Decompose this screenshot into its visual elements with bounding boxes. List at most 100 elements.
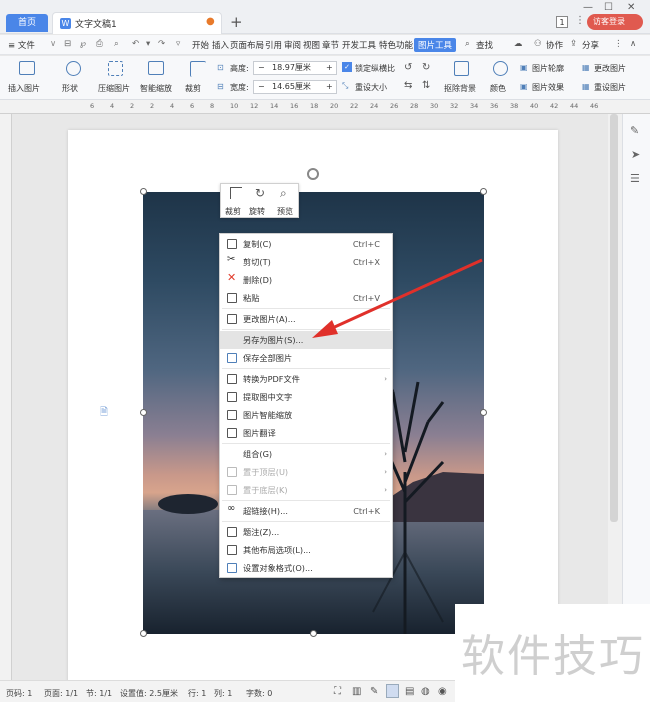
float-crop-button[interactable]: 裁剪 [224,186,248,217]
menu-group[interactable]: 组合(G) › [220,445,392,463]
paragraph-marker-icon[interactable]: 🗎 [100,405,108,422]
status-pages[interactable]: 页面: 1/1 [44,688,78,699]
file-dropdown-icon[interactable]: ∨ [50,39,56,49]
effect-button[interactable]: 图片效果 [532,82,564,93]
scrollbar-thumb[interactable] [610,114,618,522]
smart-zoom-button[interactable]: 智能缩放 [140,59,176,99]
new-tab-icon[interactable]: + [230,13,243,31]
document-tab[interactable]: W 文字文稿1 ● [52,12,222,34]
home-tab[interactable]: 首页 [6,14,48,32]
web-view-icon[interactable]: ◍ [421,686,430,697]
write-view-icon[interactable]: ✎ [370,686,378,697]
resize-handle-bottom-middle[interactable] [310,630,317,637]
flip-icon[interactable]: ⇆ [404,80,412,91]
menu-picture-tools[interactable]: 图片工具 [414,38,457,52]
resize-handle-middle-left[interactable] [140,409,147,416]
more-icon[interactable]: ⋮ [614,39,623,49]
height-decrease[interactable]: − [258,62,265,74]
resize-handle-middle-right[interactable] [480,409,487,416]
undo-dropdown-icon[interactable]: ▾ [146,39,150,49]
menu-references[interactable]: 引用 [265,39,282,51]
insert-image-button[interactable]: 插入图片 [8,59,42,99]
reading-view-icon[interactable]: ▥ [352,686,361,697]
horizontal-ruler[interactable]: 6 4 2 2 4 6 8 10 12 14 16 18 20 22 24 26 28 30 32 34 36 38 40 4… [0,100,650,114]
resize-handle-bottom-left[interactable] [140,630,147,637]
rotate-left-icon[interactable]: ↺ [404,62,412,73]
ruler-tick-label: 46 [590,102,599,110]
settings-sliders-icon[interactable]: ☰ [630,172,640,185]
search-button[interactable]: 查找 [476,39,493,51]
width-decrease[interactable]: − [258,81,265,93]
window-menu-icon[interactable]: ⋮ [575,15,585,26]
quick-save-icon[interactable]: ⊟ [64,39,71,49]
collab-button[interactable]: 协作 [546,39,563,51]
close-icon[interactable]: ✕ [627,2,635,13]
color-button[interactable]: 颜色 [488,59,514,99]
undo-icon[interactable]: ↶ [132,39,139,49]
rotate-handle-icon[interactable] [307,168,319,180]
menu-special[interactable]: 特色功能 [379,39,413,51]
menu-chapter[interactable]: 章节 [322,39,339,51]
collab-icon[interactable]: ⚇ [534,39,542,49]
print-icon[interactable]: ⎙ [96,39,103,49]
lock-ratio-checkbox[interactable]: ✓ [342,62,352,72]
menu-extract-text[interactable]: 提取图中文字 [220,388,392,406]
shape-button[interactable]: 形状 [60,59,86,99]
menu-layout-options[interactable]: 其他布局选项(L)... [220,541,392,559]
reset-image-button[interactable]: 重设图片 [594,82,626,93]
search-icon[interactable]: ⌕ [465,39,470,49]
width-field[interactable]: − 14.65厘米 + [253,80,337,94]
redo-icon[interactable]: ↷ [158,39,165,49]
status-setting[interactable]: 设置值: 2.5厘米 [120,688,178,699]
menu-start[interactable]: 开始 [192,39,209,51]
vertical-ruler[interactable] [0,114,12,680]
outline-button[interactable]: 图片轮廓 [532,63,564,74]
crop-button[interactable]: 裁剪 [185,59,211,99]
fullscreen-icon[interactable]: ⛶ [334,686,341,697]
status-chars[interactable]: 字数: 0 [246,688,272,699]
cursor-icon[interactable]: ➤ [631,148,640,161]
collapse-ribbon-icon[interactable]: ∧ [630,39,636,49]
print-preview-icon[interactable]: ⌕ [114,39,119,49]
file-menu[interactable]: ≡ 文件 [8,39,35,51]
float-preview-button[interactable]: ⌕ 预览 [275,186,299,217]
login-button[interactable]: 访客登录 [587,14,643,30]
share-button[interactable]: 分享 [582,39,599,51]
menu-dev-tools[interactable]: 开发工具 [342,39,376,51]
share-icon[interactable]: ⇪ [570,39,577,49]
menu-hyperlink[interactable]: ∞ 超链接(H)... Ctrl+K [220,502,392,520]
resize-handle-top-left[interactable] [140,188,147,195]
flip-vertical-icon[interactable]: ⇅ [422,80,430,91]
eye-protect-icon[interactable]: ◉ [438,686,447,697]
reset-size-button[interactable]: 重设大小 [355,82,387,93]
menu-convert-pdf[interactable]: 转换为PDF文件 › [220,370,392,388]
float-rotate-button[interactable]: ↻ 旋转 [249,186,275,217]
menu-view[interactable]: 视图 [303,39,320,51]
status-page-code[interactable]: 页码: 1 [6,688,32,699]
menu-insert[interactable]: 插入 [212,39,229,51]
compress-button[interactable]: 压缩图片 [98,59,134,99]
width-increase[interactable]: + [326,81,333,93]
cloud-icon[interactable]: ☁ [514,39,523,49]
rotate-right-icon[interactable]: ↻ [422,62,430,73]
page-view-icon[interactable] [386,684,399,698]
maximize-icon[interactable]: ☐ [604,2,613,13]
window-count-badge[interactable]: 1 [556,16,568,28]
quick-format-icon[interactable]: ℘ [80,39,86,49]
customize-icon[interactable]: ▿ [176,39,180,49]
edit-pen-icon[interactable]: ✎ [630,124,639,137]
menu-translate[interactable]: 图片翻译 [220,424,392,442]
menu-save-all-images[interactable]: 保存全部图片 [220,349,392,367]
height-increase[interactable]: + [326,62,333,74]
outline-view-icon[interactable]: ▤ [405,686,414,697]
menu-page-layout[interactable]: 页面布局 [230,39,264,51]
resize-handle-top-right[interactable] [480,188,487,195]
menu-review[interactable]: 审阅 [284,39,301,51]
menu-smart-zoom[interactable]: 图片智能缩放 [220,406,392,424]
height-field[interactable]: − 18.97厘米 + [253,61,337,75]
change-image-button[interactable]: 更改图片 [594,63,626,74]
minimize-icon[interactable]: — [583,2,593,13]
remove-bg-button[interactable]: 抠除背景 [440,59,484,99]
menu-caption[interactable]: 题注(Z)... [220,523,392,541]
menu-format-object[interactable]: 设置对象格式(O)... [220,559,392,577]
